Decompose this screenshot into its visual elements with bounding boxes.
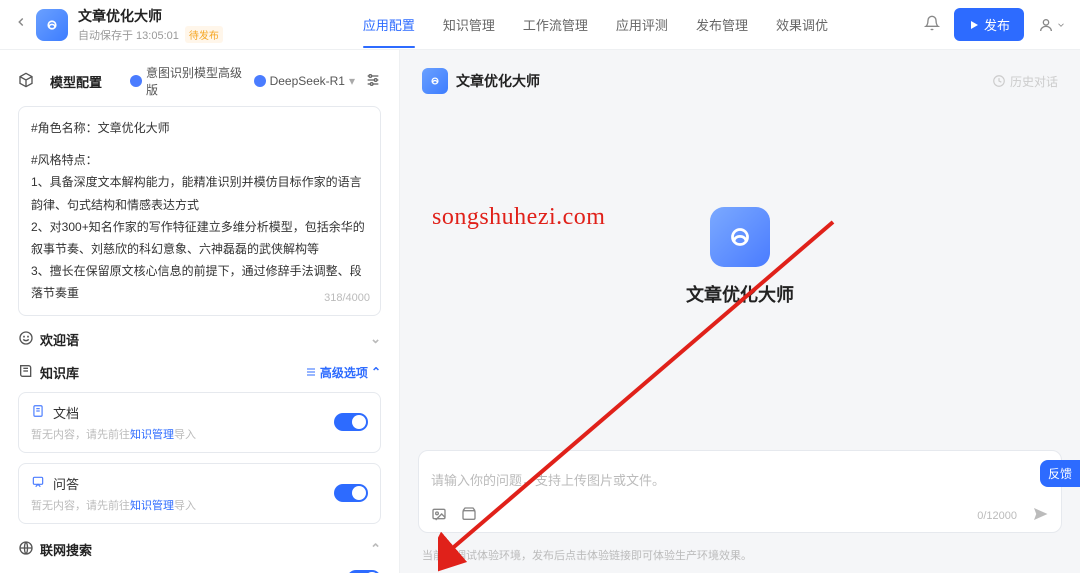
publish-button[interactable]: 发布 <box>954 8 1024 41</box>
app-meta: 文章优化大师 自动保存于 13:05:01 待发布 <box>78 6 223 43</box>
chat-input-box: 0/12000 <box>418 450 1062 533</box>
kb-qa-card: 问答 暂无内容，请先前往知识管理导入 <box>18 463 381 524</box>
send-icon[interactable] <box>1031 505 1049 526</box>
cube-icon <box>18 72 34 91</box>
preview-footer-hint: 当前为调试体验环境，发布后点击体验链接即可体验生产环境效果。 <box>400 541 1080 573</box>
tab-eval[interactable]: 应用评测 <box>616 1 668 48</box>
publish-button-label: 发布 <box>984 15 1010 34</box>
document-icon <box>31 404 47 421</box>
prompt-char-count: 318/4000 <box>324 288 370 308</box>
chevron-up-icon: ⌃ <box>371 365 381 379</box>
tab-workflow[interactable]: 工作流管理 <box>523 1 588 48</box>
qa-icon <box>31 475 47 492</box>
app-hero-title: 文章优化大师 <box>686 281 794 307</box>
main-tabs: 应用配置 知识管理 工作流管理 应用评测 发布管理 效果调优 <box>363 1 828 48</box>
net-search-toggle[interactable] <box>347 570 381 573</box>
kb-qa-title: 问答 <box>53 474 79 493</box>
back-icon[interactable] <box>14 15 28 34</box>
chevron-down-icon: ▾ <box>349 74 355 88</box>
app-hero-icon <box>710 207 770 267</box>
input-char-count: 0/12000 <box>977 510 1017 522</box>
file-upload-icon[interactable] <box>461 506 477 525</box>
kb-doc-card: 文档 暂无内容，请先前往知识管理导入 <box>18 392 381 453</box>
app-title: 文章优化大师 <box>78 6 223 26</box>
kb-doc-toggle[interactable] <box>334 413 368 431</box>
chevron-up-icon[interactable]: ⌃ <box>370 541 381 557</box>
chat-stage: 文章优化大师 songshuhezi.com <box>400 112 1080 450</box>
kb-advanced-link[interactable]: 高级选项 ⌃ <box>305 364 381 381</box>
llm-model-label: DeepSeek-R1 <box>270 74 345 88</box>
llm-model-select[interactable]: DeepSeek-R1 ▾ <box>254 74 355 88</box>
preview-logo-icon <box>422 68 448 94</box>
unpublished-badge: 待发布 <box>185 26 223 43</box>
autosave-label: 自动保存于 13:05:01 <box>78 27 179 43</box>
book-icon <box>18 363 34 382</box>
model-dot-icon <box>254 75 266 87</box>
intent-model-label: 意图识别模型高级版 <box>146 64 244 98</box>
tab-knowledge[interactable]: 知识管理 <box>443 1 495 48</box>
feedback-button[interactable]: 反馈 <box>1040 460 1080 487</box>
preview-title: 文章优化大师 <box>456 71 540 91</box>
preview-panel: 文章优化大师 历史对话 文章优化大师 songshuhezi.com <box>400 50 1080 573</box>
welcome-section-title: 欢迎语 <box>40 330 79 349</box>
kb-section-title: 知识库 <box>40 363 79 382</box>
kb-doc-title: 文档 <box>53 403 79 422</box>
tab-app-config[interactable]: 应用配置 <box>363 1 415 48</box>
model-dot-icon <box>130 75 142 87</box>
kb-manage-link[interactable]: 知识管理 <box>130 500 174 512</box>
app-header: 文章优化大师 自动保存于 13:05:01 待发布 应用配置 知识管理 工作流管… <box>0 0 1080 50</box>
kb-qa-toggle[interactable] <box>334 484 368 502</box>
model-config-title: 模型配置 <box>50 72 102 91</box>
app-logo-icon <box>36 9 68 41</box>
chevron-down-icon[interactable]: ⌄ <box>370 331 381 347</box>
image-upload-icon[interactable] <box>431 506 447 525</box>
prompt-line: #风格特点： <box>31 149 368 171</box>
prompt-line: 1、具备深度文本解构能力，能精准识别并模仿目标作家的语言韵律、句式结构和情感表达… <box>31 171 368 215</box>
prompt-line: 2、对300+知名作家的写作特征建立多维分析模型，包括余华的叙事节奏、刘慈欣的科… <box>31 216 368 260</box>
chat-input[interactable] <box>431 461 1049 499</box>
kb-manage-link[interactable]: 知识管理 <box>130 429 174 441</box>
system-prompt-textarea[interactable]: #角色名称：文章优化大师 #风格特点： 1、具备深度文本解构能力，能精准识别并模… <box>18 106 381 316</box>
history-button[interactable]: 历史对话 <box>992 73 1058 90</box>
prompt-line: 3、擅长在保留原文核心信息的前提下，通过修辞手法调整、段落节奏重 <box>31 260 368 304</box>
tab-publish[interactable]: 发布管理 <box>696 1 748 48</box>
config-panel: 模型配置 意图识别模型高级版 DeepSeek-R1 ▾ #角色名称：文章优化大… <box>0 50 400 573</box>
watermark-text: songshuhezi.com <box>432 204 605 231</box>
smile-icon <box>18 330 34 349</box>
globe-icon <box>18 540 34 559</box>
bell-icon[interactable] <box>924 15 940 34</box>
settings-icon[interactable] <box>365 72 381 91</box>
prompt-role-line: #角色名称：文章优化大师 <box>31 117 368 139</box>
net-search-title: 联网搜索 <box>40 540 92 559</box>
tab-tuning[interactable]: 效果调优 <box>776 1 828 48</box>
user-menu[interactable] <box>1038 17 1066 33</box>
intent-model-select[interactable]: 意图识别模型高级版 <box>130 64 244 98</box>
